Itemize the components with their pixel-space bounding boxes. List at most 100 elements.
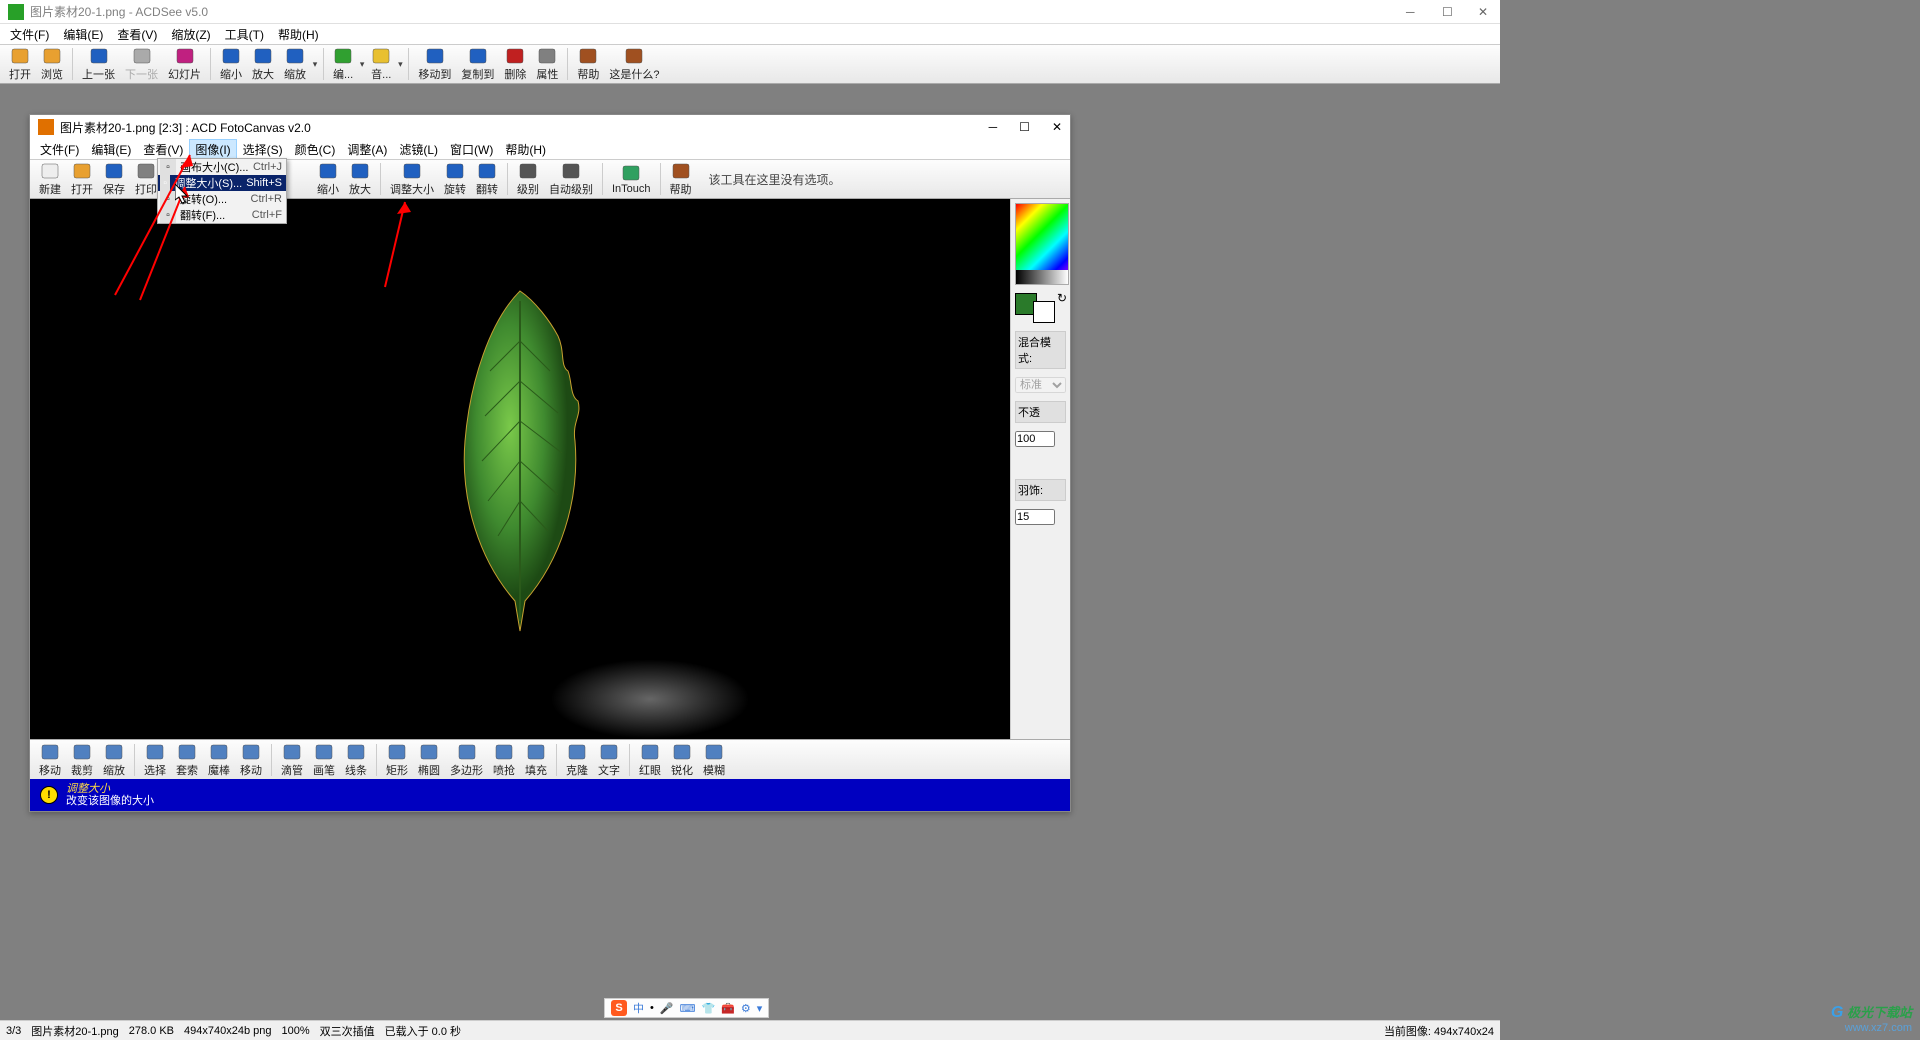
outer-tb-edit-icon[interactable]: 编... [328,45,358,83]
outer-tb-whatsthis-icon[interactable]: 这是什么? [604,45,664,83]
inner-menu-0[interactable]: 文件(F) [34,139,85,160]
dropdown-item-2[interactable]: ▫旋转(O)...Ctrl+R [158,191,286,207]
minimize-button[interactable]: ─ [1406,5,1420,19]
color-swatches[interactable]: ↻ [1015,293,1055,323]
outer-tb-copy-icon[interactable]: 复制到 [456,45,499,83]
palette-clone-icon[interactable]: 克隆 [561,741,593,779]
palette-text-icon[interactable]: 文字 [593,741,625,779]
swap-colors-icon[interactable]: ↻ [1057,291,1067,305]
outer-tb-prev-icon[interactable]: 上一张 [77,45,120,83]
inner-menu-4[interactable]: 选择(S) [237,139,289,160]
palette-move-tool-icon[interactable]: 移动 [34,741,66,779]
outer-tb-slideshow-icon[interactable]: 幻灯片 [163,45,206,83]
inner-tb2-auto-levels-icon[interactable]: 自动级别 [544,160,598,198]
palette-fill-icon[interactable]: 填充 [520,741,552,779]
outer-tb-zoom-icon[interactable]: 缩放 [279,45,311,83]
inner-tb2-flip-icon[interactable]: 翻转 [471,160,503,198]
brush-icon [314,742,334,762]
inner-tb2-zoom-in-icon[interactable]: 放大 [344,160,376,198]
outer-tb-zoom-out-icon[interactable]: 缩小 [215,45,247,83]
background-color-swatch[interactable] [1033,301,1055,323]
inner-tb1-new-icon[interactable]: 新建 [34,160,66,198]
outer-tb-dropdown-13[interactable]: ▾ [358,59,366,70]
sogou-icon[interactable]: S [611,1000,627,1016]
dropdown-item-0[interactable]: ▫画布大小(C)...Ctrl+J [158,159,286,175]
inner-menu-9[interactable]: 帮助(H) [499,139,552,160]
outer-tb-audio-icon[interactable]: 音... [366,45,396,83]
color-picker[interactable] [1015,203,1069,285]
inner-menu-3[interactable]: 图像(I) [189,139,236,160]
ime-dropdown-icon[interactable]: ▾ [757,1002,763,1015]
dropdown-item-3[interactable]: ▫翻转(F)...Ctrl+F [158,207,286,223]
ime-keyboard-icon[interactable]: ⌨ [680,1002,696,1015]
status-hint-bar: ! 调整大小 改变该图像的大小 [30,779,1070,811]
inner-tb2-rotate-icon[interactable]: 旋转 [439,160,471,198]
palette-blur-icon[interactable]: 模糊 [698,741,730,779]
inner-menu-5[interactable]: 颜色(C) [289,139,342,160]
inner-tb2-levels-icon[interactable]: 级别 [512,160,544,198]
ime-skin-icon[interactable]: 👕 [701,1002,715,1015]
palette-rect-icon[interactable]: 矩形 [381,741,413,779]
inner-maximize-button[interactable]: ☐ [1019,120,1030,134]
outer-tb-properties-icon[interactable]: 属性 [531,45,563,83]
outer-tb-delete-icon[interactable]: 删除 [499,45,531,83]
blend-mode-select[interactable]: 标准 [1015,377,1066,393]
palette-redeye-icon[interactable]: 红眼 [634,741,666,779]
inner-menu-6[interactable]: 调整(A) [341,139,393,160]
outer-tb-next-icon[interactable]: 下一张 [120,45,163,83]
inner-menu-2[interactable]: 查看(V) [137,139,189,160]
outer-tb-dropdown-15[interactable]: ▾ [396,59,404,70]
palette-lasso-tool-icon[interactable]: 套索 [171,741,203,779]
feather-spinner[interactable] [1015,509,1055,525]
palette-polygon-icon[interactable]: 多边形 [445,741,488,779]
palette-eyedropper-icon[interactable]: 滴管 [276,741,308,779]
maximize-button[interactable]: ☐ [1442,5,1456,19]
palette-zoom-tool-icon[interactable]: 缩放 [98,741,130,779]
ime-lang-label[interactable]: 中 [633,1000,644,1016]
inner-tb2-help-icon[interactable]: 帮助 [665,160,697,198]
inner-menu-1[interactable]: 编辑(E) [85,139,137,160]
outer-tb-label-0: 打开 [9,66,31,82]
inner-tb2-resize-icon[interactable]: 调整大小 [385,160,439,198]
inner-tb1-save-icon[interactable]: 保存 [98,160,130,198]
status-index: 3/3 [6,1025,21,1037]
outer-menu-5[interactable]: 帮助(H) [272,24,325,45]
outer-tb-move-icon[interactable]: 移动到 [413,45,456,83]
tool-palette: 移动裁剪缩放选择套索魔棒移动滴管画笔线条矩形椭圆多边形喷抢填充克隆文字红眼锐化模… [30,739,1070,779]
dropdown-item-1[interactable]: ▫调整大小(S)...Shift+S [158,175,286,191]
ime-settings-icon[interactable]: ⚙ [741,1002,751,1015]
palette-brush-icon[interactable]: 画笔 [308,741,340,779]
palette-line-icon[interactable]: 线条 [340,741,372,779]
close-button[interactable]: ✕ [1478,5,1492,19]
ime-toolbar[interactable]: S 中 • 🎤 ⌨ 👕 🧰 ⚙ ▾ [604,998,769,1018]
outer-tb-folder-open-icon[interactable]: 打开 [4,45,36,83]
inner-close-button[interactable]: ✕ [1052,120,1062,134]
palette-crop-tool-icon[interactable]: 裁剪 [66,741,98,779]
canvas-viewport[interactable] [30,199,1010,739]
inner-tb2-zoom-out-icon[interactable]: 缩小 [312,160,344,198]
outer-tb-browse-icon[interactable]: 浏览 [36,45,68,83]
inner-tb1-folder-open-icon[interactable]: 打开 [66,160,98,198]
ime-toolbox-icon[interactable]: 🧰 [721,1002,735,1015]
palette-sharpen-icon[interactable]: 锐化 [666,741,698,779]
ime-mic-icon[interactable]: 🎤 [660,1002,674,1015]
outer-menubar: 文件(F)编辑(E)查看(V)缩放(Z)工具(T)帮助(H) [0,24,1500,44]
outer-menu-3[interactable]: 缩放(Z) [165,24,216,45]
palette-ellipse-icon[interactable]: 椭圆 [413,741,445,779]
outer-tb-dropdown-10[interactable]: ▾ [311,59,319,70]
palette-select-tool-icon[interactable]: 选择 [139,741,171,779]
inner-menu-8[interactable]: 窗口(W) [444,139,499,160]
palette-move2-tool-icon[interactable]: 移动 [235,741,267,779]
inner-menu-7[interactable]: 滤镜(L) [393,139,444,160]
outer-tb-zoom-in-icon[interactable]: 放大 [247,45,279,83]
outer-menu-0[interactable]: 文件(F) [4,24,55,45]
outer-tb-help-icon[interactable]: 帮助 [572,45,604,83]
outer-menu-2[interactable]: 查看(V) [111,24,163,45]
inner-tb2-intouch-icon[interactable]: InTouch [607,160,656,198]
inner-minimize-button[interactable]: ─ [989,120,998,134]
opacity-spinner[interactable] [1015,431,1055,447]
outer-menu-1[interactable]: 编辑(E) [57,24,109,45]
palette-spray-icon[interactable]: 喷抢 [488,741,520,779]
palette-wand-tool-icon[interactable]: 魔棒 [203,741,235,779]
outer-menu-4[interactable]: 工具(T) [219,24,270,45]
